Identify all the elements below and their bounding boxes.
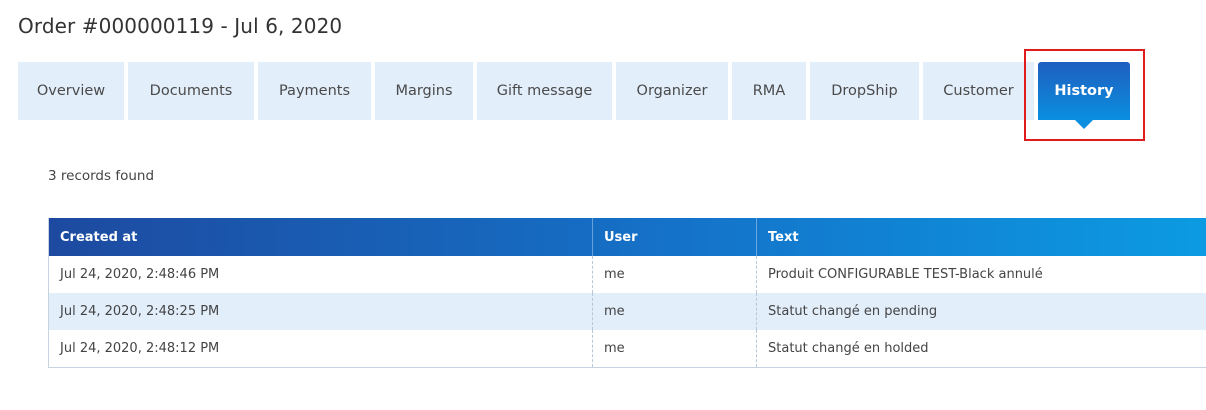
cell-text: Statut changé en pending [768,304,938,319]
page-title: Order #000000119 - Jul 6, 2020 [18,14,343,38]
records-count: 3 records found [48,168,155,184]
tab-rma[interactable]: RMA [732,62,806,120]
tab-dropship[interactable]: DropShip [810,62,919,120]
column-header-text[interactable]: Text [757,218,1206,256]
table-row: Jul 24, 2020, 2:48:12 PM me Statut chang… [49,330,1206,367]
active-tab-caret [1075,120,1093,129]
column-header-user[interactable]: User [593,218,757,256]
cell-text: Statut changé en holded [768,341,929,356]
tab-label: Documents [149,83,233,99]
table-row: Jul 24, 2020, 2:48:25 PM me Statut chang… [49,293,1206,330]
tab-organizer[interactable]: Organizer [616,62,728,120]
tab-label: Customer [943,83,1014,99]
table-row: Jul 24, 2020, 2:48:46 PM me Produit CONF… [49,256,1206,293]
history-grid: Created at User Text Jul 24, 2020, 2:48:… [48,218,1206,368]
tab-payments[interactable]: Payments [258,62,371,120]
tab-label: Overview [36,83,106,99]
tab-label: Organizer [636,83,708,99]
cell-created-at: Jul 24, 2020, 2:48:46 PM [49,256,593,293]
tab-label: RMA [752,83,786,99]
tab-label: Payments [278,83,351,99]
cell-text: Produit CONFIGURABLE TEST-Black annulé [768,267,1043,282]
tab-margins[interactable]: Margins [375,62,473,120]
tab-overview[interactable]: Overview [18,62,124,120]
tab-documents[interactable]: Documents [128,62,254,120]
tab-label: DropShip [831,83,898,99]
cell-created-at: Jul 24, 2020, 2:48:12 PM [49,330,593,367]
tab-history[interactable]: History [1038,62,1130,129]
cell-user: me [593,293,757,330]
tab-gift-message[interactable]: Gift message [477,62,612,120]
tab-label: Margins [395,83,453,99]
cell-user: me [593,256,757,293]
tab-customer[interactable]: Customer [923,62,1034,120]
cell-user: me [593,330,757,367]
grid-header: Created at User Text [49,218,1206,256]
cell-created-at: Jul 24, 2020, 2:48:25 PM [49,293,593,330]
column-header-created-at[interactable]: Created at [49,218,593,256]
tab-label: History [1054,83,1114,99]
tab-label: Gift message [496,83,593,99]
